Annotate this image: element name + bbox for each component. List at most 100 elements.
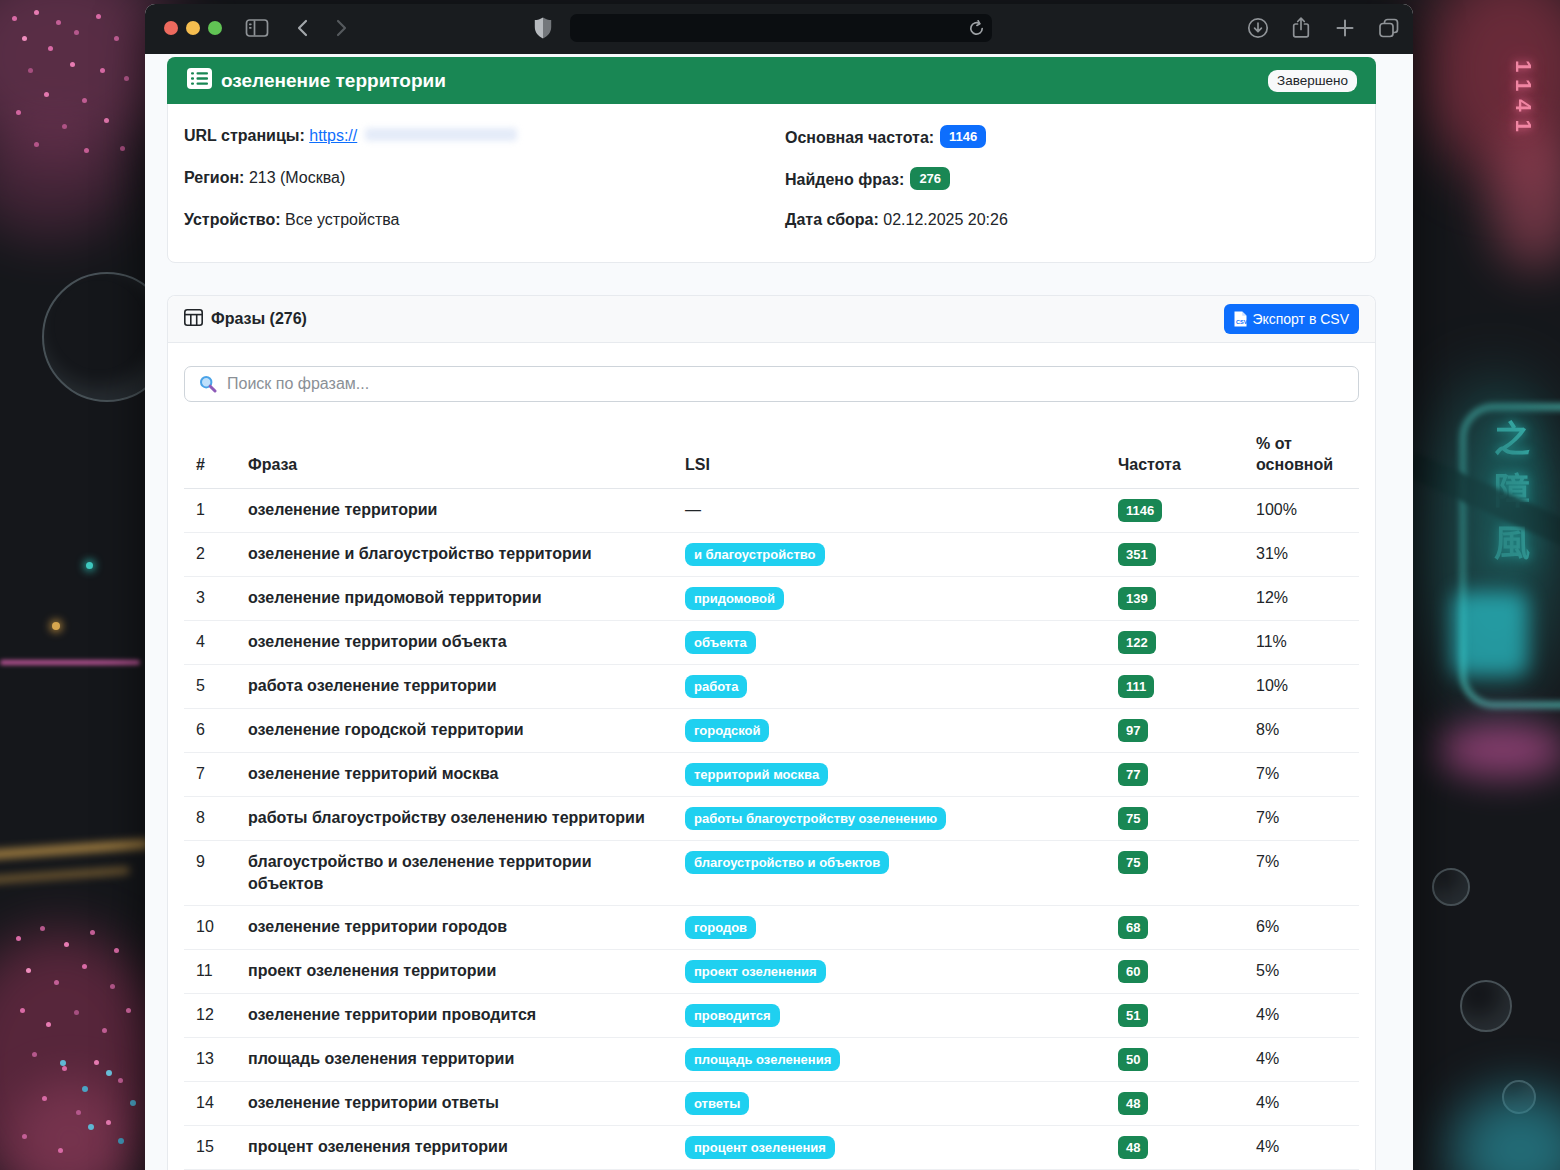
downloads-icon[interactable] bbox=[1244, 14, 1272, 42]
table-row: 9 благоустройство и озеленение территори… bbox=[184, 841, 1359, 906]
phrase-cell: проект озеленения территории bbox=[236, 950, 673, 994]
new-tab-icon[interactable] bbox=[1331, 14, 1359, 42]
table-row: 3 озеленение придомовой территории придо… bbox=[184, 577, 1359, 621]
url-field: URL страницы: https:// bbox=[184, 125, 785, 146]
bg-amber-dot-left bbox=[52, 622, 60, 630]
frequency-badge: 48 bbox=[1118, 1092, 1148, 1115]
lsi-badge: площадь озеленения bbox=[685, 1048, 840, 1071]
percent-cell: 31% bbox=[1244, 533, 1359, 577]
lsi-cell: городов bbox=[673, 906, 1106, 950]
lsi-badge: территорий москва bbox=[685, 763, 828, 786]
browser-window: озеленение территории Завершено URL стра… bbox=[145, 4, 1413, 1170]
row-number: 4 bbox=[184, 621, 236, 665]
device-field: Устройство: Все устройства bbox=[184, 209, 785, 230]
bg-bubble-right-1 bbox=[1432, 868, 1470, 906]
privacy-shield-icon[interactable] bbox=[529, 14, 557, 42]
reload-icon[interactable] bbox=[966, 18, 986, 38]
collect-date-field: Дата сбора: 02.12.2025 20:26 bbox=[785, 209, 1359, 230]
bg-teal-dot-left bbox=[86, 562, 93, 569]
percent-cell: 7% bbox=[1244, 797, 1359, 841]
share-icon[interactable] bbox=[1287, 14, 1315, 42]
table-row: 11 проект озеленения территории проект о… bbox=[184, 950, 1359, 994]
lsi-cell: объекта bbox=[673, 621, 1106, 665]
lsi-cell: благоустройство и объектов bbox=[673, 841, 1106, 906]
phrase-cell: озеленение придомовой территории bbox=[236, 577, 673, 621]
table-row: 10 озеленение территории городов городов… bbox=[184, 906, 1359, 950]
lsi-badge: городской bbox=[685, 719, 769, 742]
bg-teal-splash-bottom-right bbox=[1450, 1090, 1560, 1170]
bg-neon-line-left bbox=[0, 660, 140, 665]
search-input[interactable] bbox=[184, 366, 1359, 402]
region-value: 213 (Москва) bbox=[249, 169, 345, 186]
table-row: 14 озеленение территории ответы ответы 4… bbox=[184, 1082, 1359, 1126]
percent-cell: 8% bbox=[1244, 709, 1359, 753]
row-number: 2 bbox=[184, 533, 236, 577]
bg-bubble-right-2 bbox=[1460, 980, 1512, 1032]
percent-cell: 4% bbox=[1244, 1038, 1359, 1082]
phrase-cell: благоустройство и озеленение территории … bbox=[236, 841, 673, 906]
base-frequency-label: Основная частота: bbox=[785, 129, 934, 146]
percent-cell: 6% bbox=[1244, 906, 1359, 950]
phrases-body: # Фраза LSI Частота % от основной 1 озел… bbox=[168, 343, 1375, 1170]
tab-overview-icon[interactable] bbox=[1375, 14, 1403, 42]
phrase-cell: озеленение и благоустройство территории bbox=[236, 533, 673, 577]
back-button-icon[interactable] bbox=[289, 14, 317, 42]
url-link[interactable]: https:// bbox=[309, 127, 357, 144]
maximize-window-button[interactable] bbox=[208, 21, 222, 35]
frequency-badge: 139 bbox=[1118, 587, 1156, 610]
row-number: 12 bbox=[184, 994, 236, 1038]
frequency-badge: 1146 bbox=[1118, 499, 1162, 522]
lsi-cell: работа bbox=[673, 665, 1106, 709]
frequency-cell: 122 bbox=[1106, 621, 1244, 665]
forward-button-icon[interactable] bbox=[327, 14, 355, 42]
frequency-badge: 60 bbox=[1118, 960, 1148, 983]
column-header-percent: % от основной bbox=[1244, 427, 1359, 489]
row-number: 3 bbox=[184, 577, 236, 621]
page-title: озеленение территории bbox=[221, 70, 446, 92]
export-csv-button[interactable]: CSV Экспорт в CSV bbox=[1224, 304, 1359, 334]
frequency-cell: 48 bbox=[1106, 1082, 1244, 1126]
status-badge: Завершено bbox=[1268, 70, 1357, 92]
search-icon bbox=[199, 375, 217, 397]
row-number: 10 bbox=[184, 906, 236, 950]
phrases-found-badge: 276 bbox=[910, 167, 950, 190]
column-header-num: # bbox=[184, 427, 236, 489]
lsi-badge: проект озеленения bbox=[685, 960, 826, 983]
percent-cell: 4% bbox=[1244, 994, 1359, 1038]
table-row: 5 работа озеленение территории работа 11… bbox=[184, 665, 1359, 709]
lsi-badge: благоустройство и объектов bbox=[685, 851, 889, 874]
frequency-cell: 60 bbox=[1106, 950, 1244, 994]
table-row: 1 озеленение территории — 1146 100% bbox=[184, 489, 1359, 533]
sidebar-toggle-icon[interactable] bbox=[243, 14, 271, 42]
column-header-phrase: Фраза bbox=[236, 427, 673, 489]
phrases-found-field: Найдено фраз:276 bbox=[785, 167, 1359, 188]
phrase-cell: работа озеленение территории bbox=[236, 665, 673, 709]
browser-toolbar bbox=[145, 4, 1413, 54]
report-info: URL страницы: https:// Регион: 213 (Моск… bbox=[168, 104, 1375, 262]
lsi-badge: ответы bbox=[685, 1092, 749, 1115]
row-number: 9 bbox=[184, 841, 236, 906]
bg-coral-sparkles-bottom-left bbox=[6, 920, 11, 925]
lsi-cell: проект озеленения bbox=[673, 950, 1106, 994]
base-frequency-badge: 1146 bbox=[940, 125, 986, 148]
svg-text:CSV: CSV bbox=[1236, 319, 1247, 325]
address-bar[interactable] bbox=[570, 14, 992, 42]
url-redacted-text bbox=[365, 128, 517, 141]
column-header-frequency: Частота bbox=[1106, 427, 1244, 489]
frequency-cell: 139 bbox=[1106, 577, 1244, 621]
close-window-button[interactable] bbox=[164, 21, 178, 35]
minimize-window-button[interactable] bbox=[186, 21, 200, 35]
percent-cell: 7% bbox=[1244, 841, 1359, 906]
row-number: 7 bbox=[184, 753, 236, 797]
lsi-cell: ответы bbox=[673, 1082, 1106, 1126]
phrase-cell: озеленение территории проводится bbox=[236, 994, 673, 1038]
lsi-badge: придомовой bbox=[685, 587, 784, 610]
phrase-cell: озеленение городской территории bbox=[236, 709, 673, 753]
lsi-badge: работа bbox=[685, 675, 747, 698]
lsi-cell: процент озеленения bbox=[673, 1126, 1106, 1170]
frequency-badge: 351 bbox=[1118, 543, 1156, 566]
frequency-cell: 50 bbox=[1106, 1038, 1244, 1082]
frequency-cell: 75 bbox=[1106, 841, 1244, 906]
phrase-cell: озеленение территории объекта bbox=[236, 621, 673, 665]
row-number: 6 bbox=[184, 709, 236, 753]
